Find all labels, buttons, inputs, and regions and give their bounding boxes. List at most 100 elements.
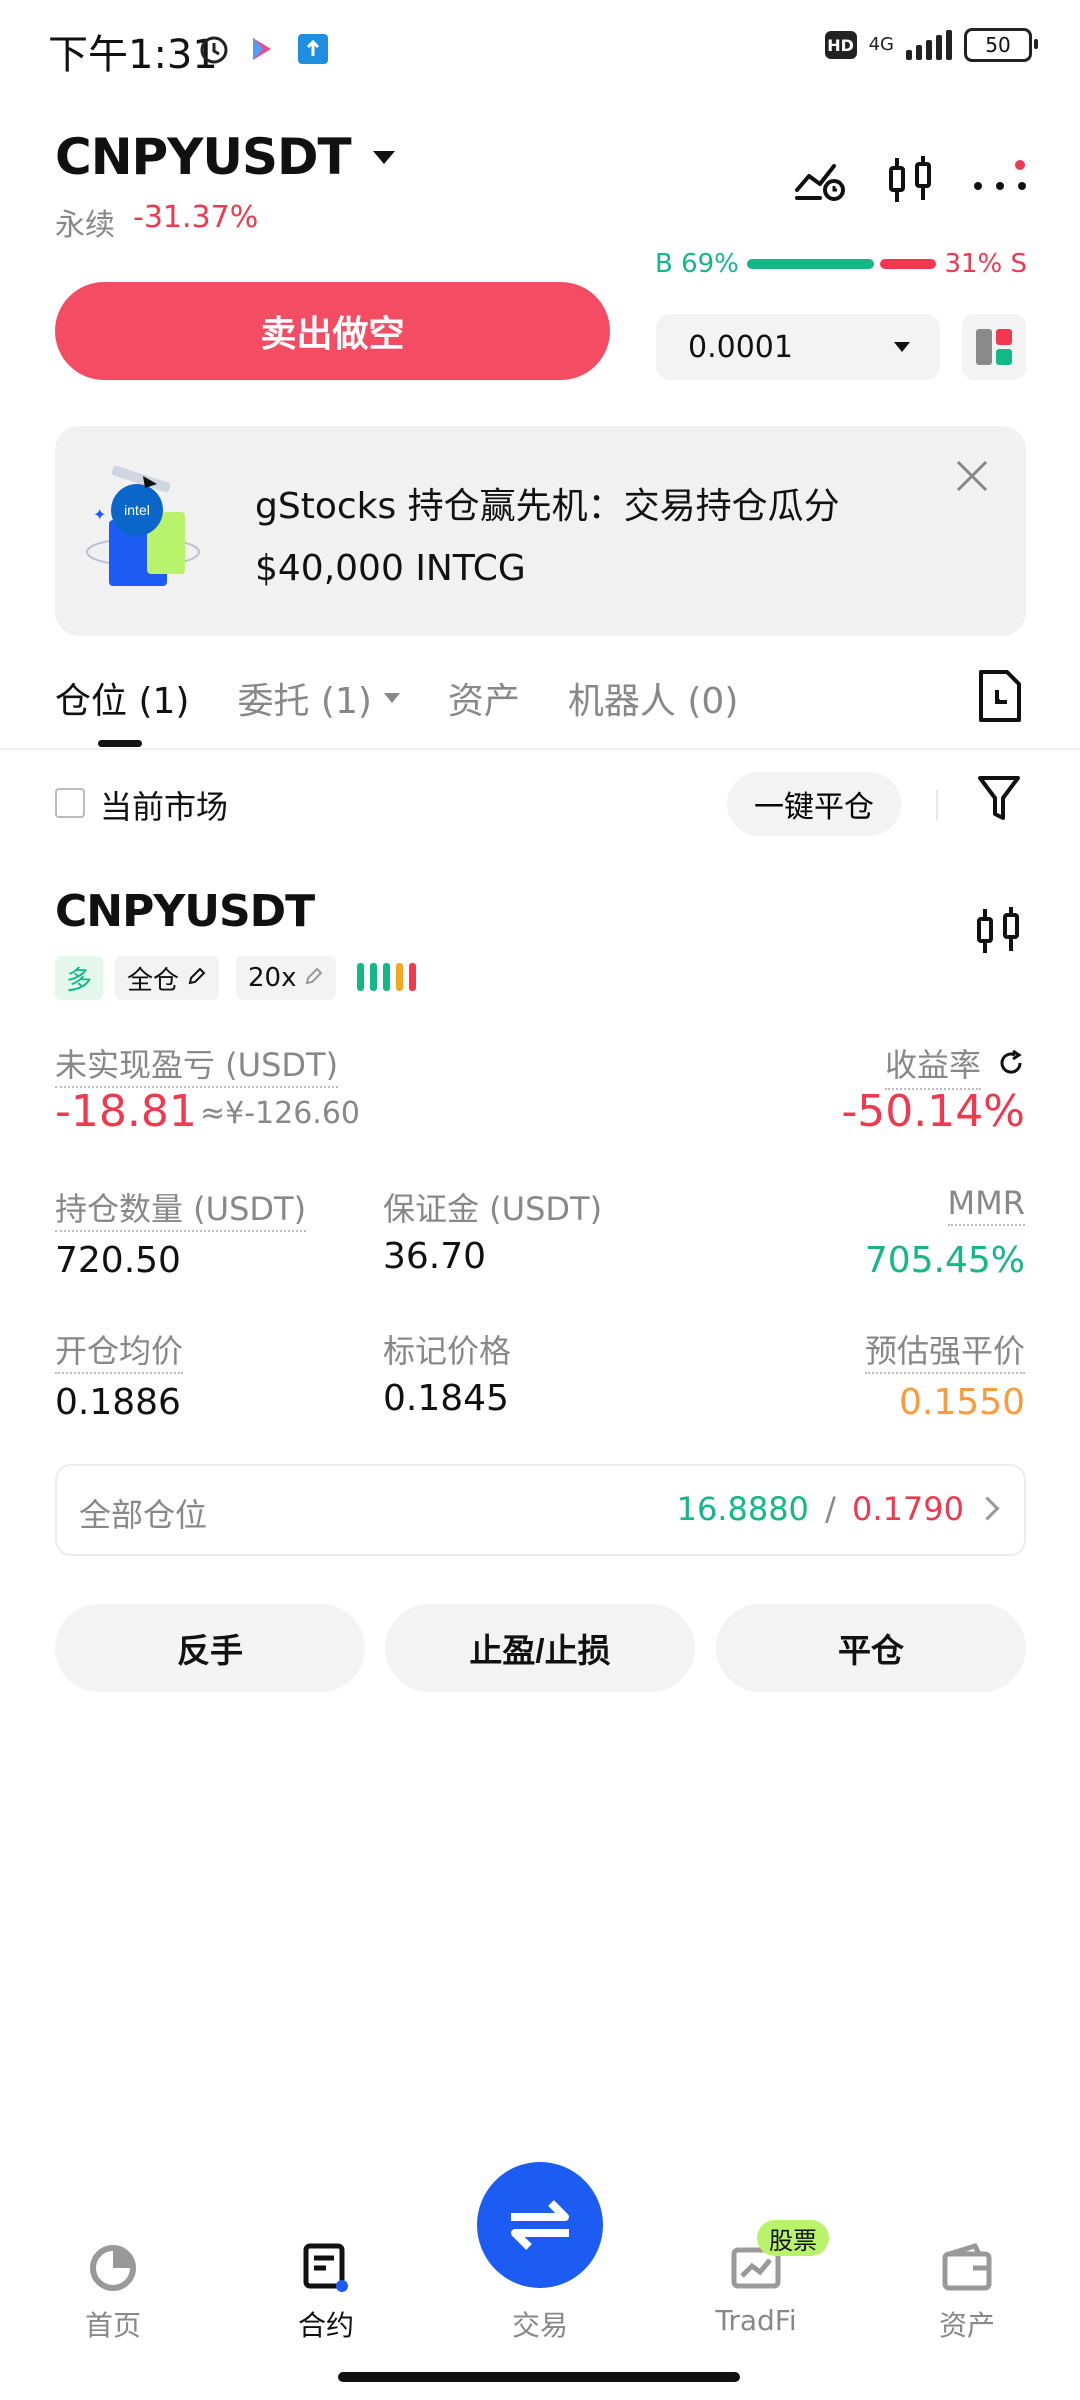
buy-ratio: B 69% [655,249,739,279]
candlestick-icon[interactable] [975,905,1025,965]
mark-value: 0.1845 [383,1378,509,1419]
quantity-select[interactable]: 0.0001 [656,314,940,380]
nav-label: 资产 [938,2309,995,2342]
roe-label: 收益率 [884,1040,981,1090]
symbol-selector[interactable]: CNPYUSDT [55,128,395,186]
caret-down-icon [894,342,910,352]
ratio-bar-sell [879,259,937,269]
entry-label: 开仓均价 [55,1332,184,1374]
wallet-icon [942,2242,992,2291]
sell-ratio: 31% S [944,249,1027,279]
unrealized-pnl-cny: ≈¥-126.60 [200,1096,361,1131]
liq-label-wrap[interactable]: 预估强平价 [864,1326,1025,1374]
position-symbol[interactable]: CNPYUSDT [55,886,315,937]
nav-label: 首页 [84,2309,141,2342]
status-time: 下午1:31 [48,32,218,78]
roe-value: -50.14% [841,1086,1025,1137]
nav-home[interactable]: 首页 [33,2242,193,2344]
tab-positions[interactable]: 仓位 (1) [55,672,189,724]
close-all-button[interactable]: 一键平仓 [727,772,901,836]
promo-line1: gStocks 持仓赢先机：交易持仓瓜分 [255,486,840,527]
margin-mode-tag[interactable]: 全仓 [115,956,220,1000]
position-tabs: 仓位 (1) 委托 (1) 资产 机器人 (0) [55,668,786,728]
refresh-icon[interactable] [997,1049,1025,1081]
bottom-nav: 首页 合约 交易 TradFi 股票 资产 [0,2162,1080,2400]
nav-label: 合约 [297,2309,354,2342]
nav-futures[interactable]: 合约 [246,2242,406,2344]
mmr-label-wrap[interactable]: MMR [947,1184,1025,1226]
entry-value: 0.1886 [55,1382,181,1423]
mark-label: 标记价格 [383,1332,512,1370]
separator: / [825,1490,836,1528]
trade-button[interactable] [477,2162,603,2288]
all-positions-tpsl[interactable]: 全部仓位 16.8880 / 0.1790 [55,1464,1026,1556]
filter-icon[interactable] [976,774,1026,828]
margin-label: 保证金 (USDT) [383,1190,603,1228]
divider [0,748,1080,750]
promo-text: gStocks 持仓赢先机：交易持仓瓜分 $40,000 INTCG [255,476,840,600]
liq-value: 0.1550 [899,1382,1025,1423]
all-positions-label: 全部仓位 [79,1496,208,1534]
adl-indicator-icon [357,963,416,991]
unrealized-pnl-label: 未实现盈亏 (USDT) [55,1046,339,1088]
more-icon[interactable] [970,150,1030,210]
history-icon[interactable] [975,668,1023,724]
chart-alert-icon[interactable] [790,150,850,210]
alarm-icon [196,30,232,70]
hd-badge: HD [824,31,857,59]
margin-label-wrap: 保证金 (USDT) [383,1184,602,1230]
tp-sl-button[interactable]: 止盈/止损 [385,1604,695,1692]
home-icon [90,2245,136,2291]
caret-down-icon [372,150,395,164]
unrealized-pnl-label-wrap[interactable]: 未实现盈亏 (USDT) [55,1040,339,1088]
leverage-tag[interactable]: 20x [236,956,337,1000]
liq-label: 预估强平价 [864,1332,1025,1374]
battery-icon: 50 [964,28,1038,62]
reverse-button[interactable]: 反手 [55,1604,365,1692]
sell-short-button[interactable]: 卖出做空 [55,282,610,380]
price-change: -31.37% [133,200,259,235]
tab-label: 机器人 (0) [567,681,739,722]
chevron-right-icon [975,1496,1000,1521]
tab-assets[interactable]: 资产 [448,672,520,724]
tab-label: 仓位 (1) [55,681,190,722]
svg-text:intel: intel [124,502,150,518]
promo-illustration: intel ✦ [81,460,221,604]
orderbook-layout-button[interactable] [962,314,1026,380]
upload-app-icon [298,34,328,64]
stop-loss-value: 0.1790 [852,1490,964,1528]
svg-text:✦: ✦ [93,505,106,524]
unrealized-pnl-value: -18.81 [55,1086,197,1137]
caret-down-icon [383,693,400,703]
mark-label-wrap: 标记价格 [383,1326,511,1372]
contract-type: 永续 [55,208,115,243]
current-market-checkbox[interactable] [55,788,85,818]
take-profit-value: 16.8880 [676,1490,809,1528]
entry-label-wrap[interactable]: 开仓均价 [55,1326,184,1374]
candlestick-icon[interactable] [880,150,940,210]
tab-bots[interactable]: 机器人 (0) [568,672,738,724]
side-tag: 多 [55,956,103,1000]
roe-label-wrap[interactable]: 收益率 [884,1040,1025,1090]
tab-orders[interactable]: 委托 (1) [237,672,400,724]
nav-label: 交易 [511,2309,568,2342]
close-icon[interactable] [952,456,992,496]
network-type: 4G [868,34,894,55]
size-label-wrap[interactable]: 持仓数量 (USDT) [55,1184,307,1232]
size-label: 持仓数量 (USDT) [55,1190,307,1232]
tab-label: 委托 (1) [237,681,372,722]
edit-icon [304,963,324,993]
nav-tradfi[interactable]: TradFi [676,2242,836,2337]
nav-label: TradFi [715,2304,797,2337]
all-positions-values: 16.8880 / 0.1790 [677,1490,964,1528]
tab-label: 资产 [447,681,520,722]
nav-assets[interactable]: 资产 [887,2242,1047,2344]
promo-banner[interactable]: intel ✦ gStocks 持仓赢先机：交易持仓瓜分 $40,000 INT… [55,426,1026,636]
tab-indicator [98,740,142,747]
play-store-icon [250,36,274,66]
current-market-label: 当前市场 [100,788,229,826]
swap-icon [511,2200,569,2250]
signal-icon [906,30,952,60]
futures-icon [303,2243,348,2292]
close-position-button[interactable]: 平仓 [716,1604,1026,1692]
